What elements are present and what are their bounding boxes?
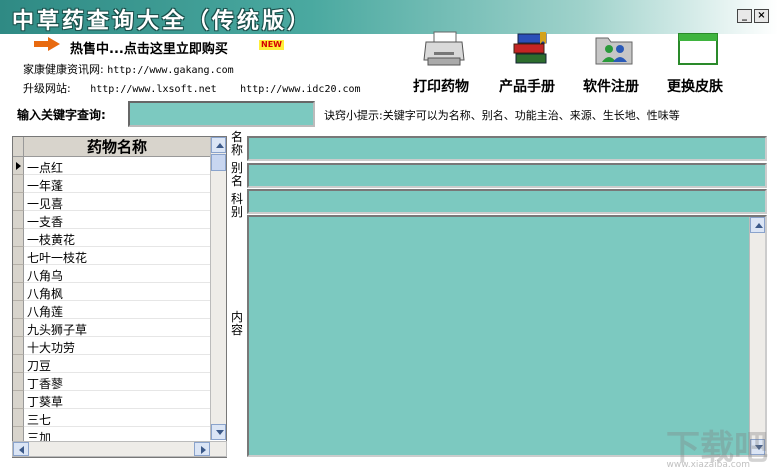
print-button[interactable]: 打印药物 (406, 30, 476, 96)
list-rows: 一点红一年蓬一见喜一支香一枝黄花七叶一枝花八角乌八角枫八角莲九头狮子草十大功劳刀… (13, 157, 210, 445)
list-item-label: 八角乌 (27, 269, 64, 283)
list-item[interactable]: 九头狮子草 (13, 319, 210, 337)
row-indicator (13, 211, 24, 229)
row-indicator (13, 157, 24, 175)
row-indicator (13, 409, 24, 427)
list-item-label: 十大功劳 (27, 341, 76, 355)
row-indicator (13, 265, 24, 283)
list-item[interactable]: 八角枫 (13, 283, 210, 301)
alias-field-label: 别名 (230, 161, 243, 188)
row-indicator (13, 193, 24, 211)
row-indicator (13, 355, 24, 373)
close-button[interactable]: × (754, 9, 769, 23)
alias-field[interactable] (247, 163, 767, 188)
list-item[interactable]: 三七 (13, 409, 210, 427)
upgrade-url-link-2[interactable]: http://www.idc20.com (240, 84, 360, 95)
window-icon (678, 33, 718, 65)
list-item-label: 刀豆 (27, 359, 52, 373)
title-bar: 中草药查询大全（传统版） _ × (0, 0, 778, 34)
info-site-line: 家康健康资讯网: http://www.gakang.com (23, 61, 234, 77)
family-field-label: 科别 (230, 192, 243, 219)
row-indicator (13, 247, 24, 265)
list-vertical-scrollbar[interactable] (210, 137, 226, 440)
register-label: 软件注册 (583, 79, 639, 95)
row-indicator (13, 301, 24, 319)
scroll-right-button[interactable] (194, 442, 210, 456)
upgrade-label: 升级网站: (23, 82, 71, 95)
family-field[interactable] (247, 189, 767, 214)
row-indicator (13, 319, 24, 337)
row-indicator (13, 373, 24, 391)
name-field[interactable] (247, 136, 767, 161)
list-item-label: 一枝黄花 (27, 233, 76, 247)
list-item-label: 三七 (27, 413, 52, 427)
list-horizontal-scrollbar[interactable] (12, 441, 227, 457)
list-item[interactable]: 八角莲 (13, 301, 210, 319)
change-skin-button[interactable]: 更换皮肤 (660, 30, 730, 96)
users-folder-icon (595, 37, 633, 65)
list-item[interactable]: 丁葵草 (13, 391, 210, 409)
list-item[interactable]: 八角乌 (13, 265, 210, 283)
search-hint: 诀窍小提示:关键字可以为名称、别名、功能主治、来源、生长地、性味等 (324, 109, 680, 122)
row-indicator (13, 229, 24, 247)
list-item-label: 八角枫 (27, 287, 64, 301)
list-item-label: 八角莲 (27, 305, 64, 319)
scroll-up-button[interactable] (211, 137, 226, 153)
print-label: 打印药物 (413, 79, 469, 95)
herb-list: 药物名称 一点红一年蓬一见喜一支香一枝黄花七叶一枝花八角乌八角枫八角莲九头狮子草… (12, 136, 227, 458)
arrow-right-icon (34, 37, 60, 51)
minimize-button[interactable]: _ (737, 9, 752, 23)
list-item[interactable]: 刀豆 (13, 355, 210, 373)
row-indicator (13, 337, 24, 355)
list-item[interactable]: 十大功劳 (13, 337, 210, 355)
list-item[interactable]: 丁香蓼 (13, 373, 210, 391)
site-label: 家康健康资讯网: (23, 63, 104, 76)
content-field-label: 内容 (230, 310, 243, 337)
manual-label: 产品手册 (499, 79, 555, 95)
manual-button[interactable]: 产品手册 (492, 30, 562, 96)
change-skin-label: 更换皮肤 (667, 79, 723, 95)
window-title: 中草药查询大全（传统版） (12, 9, 313, 34)
list-item-label: 一支香 (27, 215, 64, 229)
list-item[interactable]: 一支香 (13, 211, 210, 229)
scroll-thumb[interactable] (211, 154, 226, 171)
list-item[interactable]: 一点红 (13, 157, 210, 175)
books-icon (513, 32, 547, 64)
list-header-name[interactable]: 药物名称 (24, 137, 210, 157)
list-item-label: 一见喜 (27, 197, 64, 211)
upgrade-url-link-1[interactable]: http://www.lxsoft.net (90, 84, 216, 95)
row-indicator (13, 391, 24, 409)
list-item[interactable]: 七叶一枝花 (13, 247, 210, 265)
list-item-label: 九头狮子草 (27, 323, 88, 337)
promo-buy-link[interactable]: 热售中...点击这里立即购买 (70, 38, 228, 57)
search-label: 输入关键字查询: (17, 108, 106, 122)
scroll-down-button[interactable] (211, 424, 226, 440)
list-header-indicator (13, 137, 24, 157)
new-badge: NEW (259, 40, 284, 50)
row-indicator (13, 283, 24, 301)
row-indicator (13, 175, 24, 193)
list-item-label: 丁香蓼 (27, 377, 64, 391)
list-item-label: 七叶一枝花 (27, 251, 88, 265)
info-upgrade-line: 升级网站: http://www.lxsoft.net http://www.i… (23, 80, 361, 96)
list-item-label: 一年蓬 (27, 179, 64, 193)
list-item-label: 一点红 (27, 161, 64, 175)
list-item[interactable]: 一年蓬 (13, 175, 210, 193)
content-scroll-up-button[interactable] (750, 217, 765, 233)
watermark-url: www.xiazaiba.com (666, 460, 750, 470)
printer-icon (423, 31, 465, 66)
site-url-link[interactable]: http://www.gakang.com (107, 65, 233, 76)
list-item-label: 丁葵草 (27, 395, 64, 409)
list-item[interactable]: 一见喜 (13, 193, 210, 211)
search-input[interactable] (128, 101, 315, 127)
name-field-label: 名称 (230, 130, 243, 157)
register-button[interactable]: 软件注册 (576, 30, 646, 96)
scroll-left-button[interactable] (13, 442, 29, 456)
list-item[interactable]: 一枝黄花 (13, 229, 210, 247)
